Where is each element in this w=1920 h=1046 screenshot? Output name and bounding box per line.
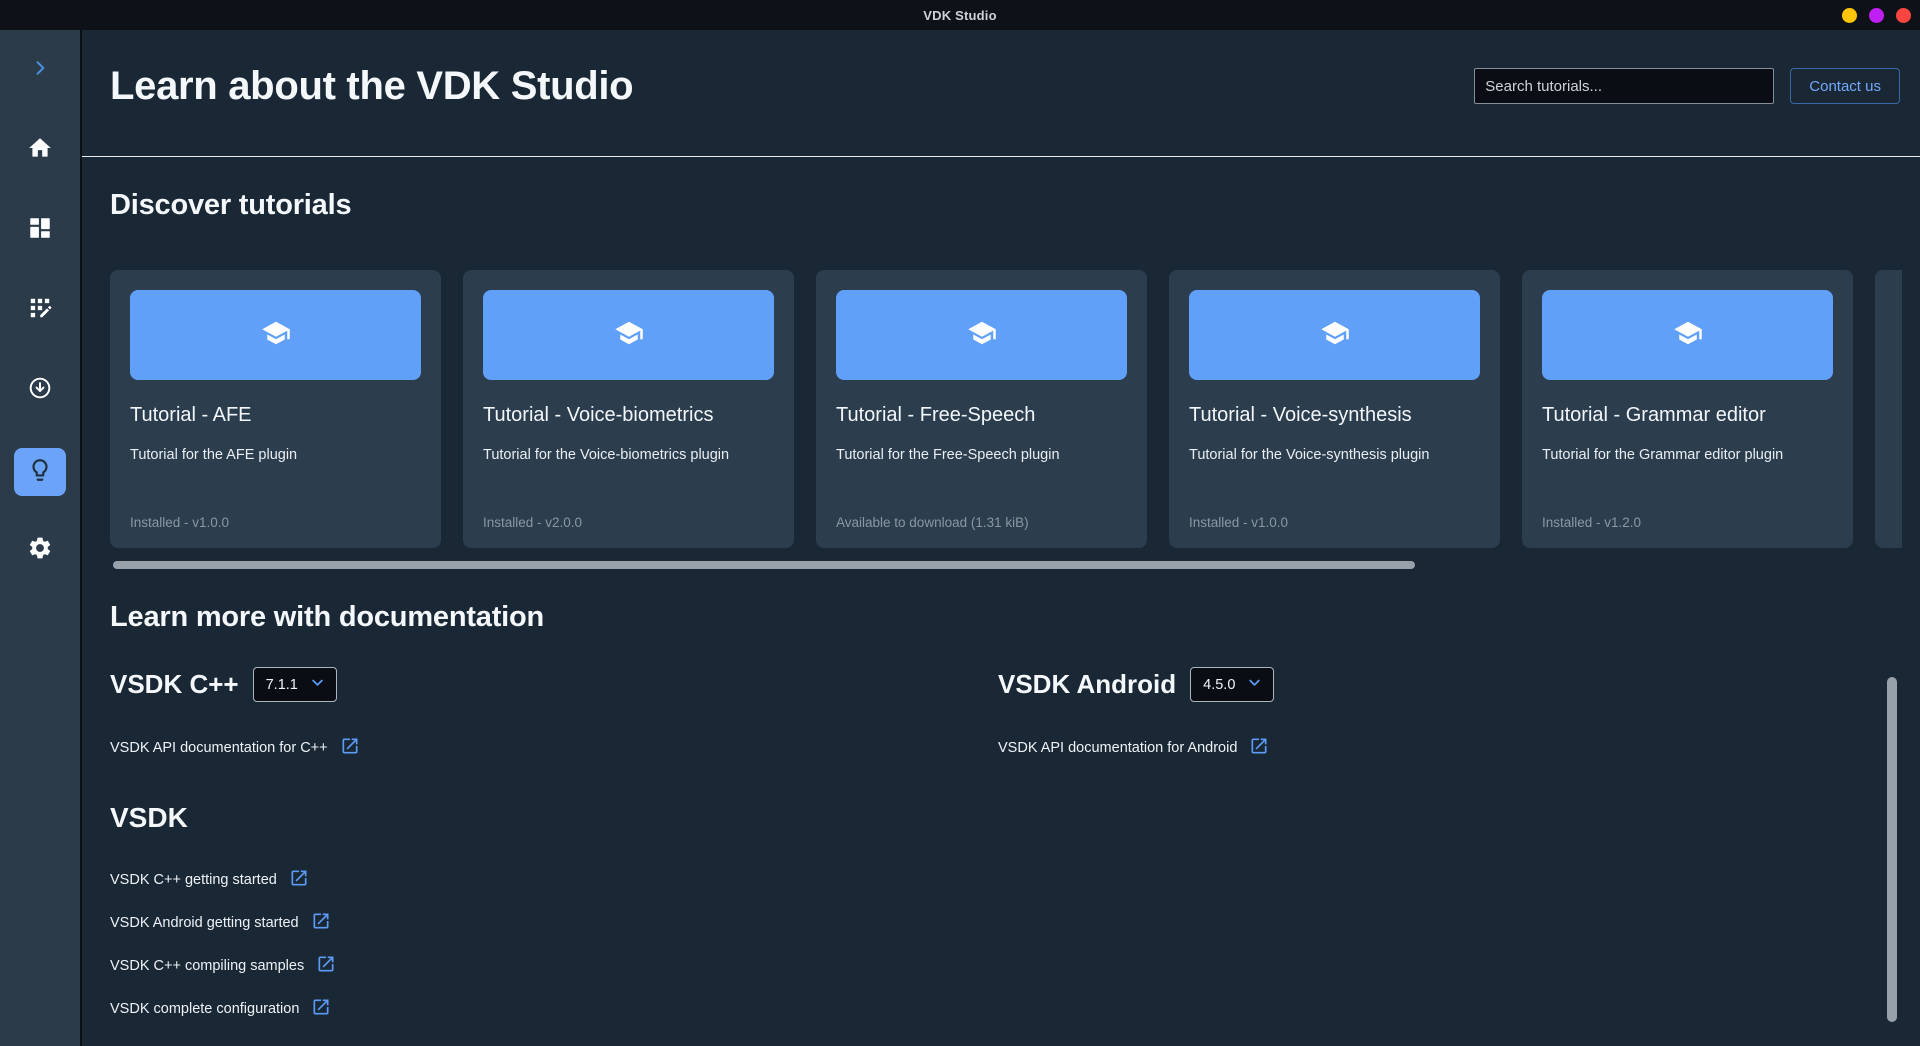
page-title: Learn about the VDK Studio: [110, 62, 1474, 110]
sidebar-item-dashboard[interactable]: [0, 208, 80, 252]
external-link-icon: [277, 868, 309, 892]
card-banner: [1189, 290, 1480, 380]
titlebar: VDK Studio: [0, 0, 1920, 30]
doc-section-title: VSDK Android: [998, 669, 1176, 700]
card-banner: [1542, 290, 1833, 380]
doc-section-cpp: VSDK C++ 7.1.1 VSDK API documentation fo…: [110, 667, 998, 760]
graduation-cap-icon: [261, 318, 291, 353]
vertical-scrollbar[interactable]: [1887, 677, 1897, 1022]
dashboard-icon: [27, 215, 53, 246]
chevron-down-icon: [298, 673, 327, 696]
graduation-cap-icon: [1673, 318, 1703, 353]
doc-link-label: VSDK C++ getting started: [110, 872, 277, 888]
card-status: Installed - v1.0.0: [1189, 515, 1480, 530]
sidebar-item-tutorials[interactable]: [14, 448, 66, 496]
doc-link-label: VSDK complete configuration: [110, 1001, 299, 1017]
download-icon: [27, 375, 53, 406]
sidebar-item-home[interactable]: [0, 128, 80, 172]
horizontal-scrollbar[interactable]: [113, 561, 1415, 569]
vsdk-links: VSDK C++ getting started VSDK Android ge…: [110, 870, 1920, 1019]
doc-link-label: VSDK API documentation for C++: [110, 740, 328, 756]
doc-link-vsdk-cpp-getting-started[interactable]: VSDK C++ getting started: [110, 868, 309, 892]
card-title: Tutorial - Grammar editor: [1542, 404, 1833, 427]
card-status: Available to download (1.31 kiB): [836, 515, 1127, 530]
chevron-right-icon: [30, 58, 50, 83]
card-status: Installed - v1.2.0: [1542, 515, 1833, 530]
contact-us-button[interactable]: Contact us: [1790, 68, 1900, 104]
tutorial-card[interactable]: Tutorial - Grammar editor Tutorial for t…: [1522, 270, 1853, 548]
chevron-down-icon: [1235, 673, 1264, 696]
card-status: Installed - v1.0.0: [130, 515, 421, 530]
tutorial-card[interactable]: Tutorial - AFE Tutorial for the AFE plug…: [110, 270, 441, 548]
doc-link-vsdk-cpp-compiling-samples[interactable]: VSDK C++ compiling samples: [110, 954, 336, 978]
sidebar: [0, 30, 82, 1046]
external-link-icon: [304, 954, 336, 978]
window-title: VDK Studio: [923, 8, 997, 23]
gear-icon: [27, 535, 53, 566]
doc-link-vsdk-complete-configuration[interactable]: VSDK complete configuration: [110, 997, 331, 1021]
version-select-android[interactable]: 4.5.0: [1190, 667, 1274, 702]
tutorial-card[interactable]: Tutorial - Voice-biometrics Tutorial for…: [463, 270, 794, 548]
vsdk-heading: VSDK: [110, 802, 1920, 834]
graduation-cap-icon: [967, 318, 997, 353]
card-banner: [130, 290, 421, 380]
card-banner: [483, 290, 774, 380]
documentation-grid: VSDK C++ 7.1.1 VSDK API documentation fo…: [110, 667, 1920, 760]
window-control-yellow-dot[interactable]: [1842, 8, 1857, 23]
doc-section-android: VSDK Android 4.5.0 VSDK API documentatio…: [998, 667, 1920, 760]
page-header: Learn about the VDK Studio Contact us: [110, 30, 1920, 110]
window-control-red-dot[interactable]: [1896, 8, 1911, 23]
card-title: Tutorial - AFE: [130, 404, 421, 427]
window-controls: [1842, 0, 1911, 30]
tutorial-card-partial[interactable]: [1875, 270, 1902, 548]
doc-link-label: VSDK Android getting started: [110, 915, 299, 931]
tutorial-card[interactable]: Tutorial - Free-Speech Tutorial for the …: [816, 270, 1147, 548]
doc-link-vsdk-android-getting-started[interactable]: VSDK Android getting started: [110, 911, 331, 935]
app-registration-icon: [27, 295, 53, 326]
external-link-icon: [299, 997, 331, 1021]
version-select-cpp[interactable]: 7.1.1: [253, 667, 337, 702]
external-link-icon: [1237, 736, 1269, 760]
search-input[interactable]: [1474, 68, 1774, 104]
card-subtitle: Tutorial for the AFE plugin: [130, 447, 421, 463]
card-title: Tutorial - Voice-biometrics: [483, 404, 774, 427]
graduation-cap-icon: [1320, 318, 1350, 353]
header-divider: [82, 156, 1920, 157]
doc-link-label: VSDK API documentation for Android: [998, 740, 1237, 756]
card-title: Tutorial - Free-Speech: [836, 404, 1127, 427]
card-subtitle: Tutorial for the Voice-synthesis plugin: [1189, 447, 1480, 463]
sidebar-expand-button[interactable]: [0, 48, 80, 92]
main-content: Learn about the VDK Studio Contact us Di…: [82, 30, 1920, 1019]
version-value: 4.5.0: [1203, 677, 1235, 693]
sidebar-item-projects[interactable]: [0, 288, 80, 332]
external-link-icon: [328, 736, 360, 760]
tutorial-card[interactable]: Tutorial - Voice-synthesis Tutorial for …: [1169, 270, 1500, 548]
card-banner: [836, 290, 1127, 380]
lightbulb-icon: [27, 457, 53, 488]
sidebar-item-downloads[interactable]: [0, 368, 80, 412]
documentation-heading: Learn more with documentation: [110, 601, 1920, 634]
card-title: Tutorial - Voice-synthesis: [1189, 404, 1480, 427]
card-status: Installed - v2.0.0: [483, 515, 774, 530]
window-control-magenta-dot[interactable]: [1869, 8, 1884, 23]
card-subtitle: Tutorial for the Free-Speech plugin: [836, 447, 1127, 463]
card-subtitle: Tutorial for the Voice-biometrics plugin: [483, 447, 774, 463]
doc-link-api-android[interactable]: VSDK API documentation for Android: [998, 736, 1269, 760]
doc-link-api-cpp[interactable]: VSDK API documentation for C++: [110, 736, 360, 760]
tutorial-cards-row: Tutorial - AFE Tutorial for the AFE plug…: [110, 270, 1902, 548]
discover-tutorials-heading: Discover tutorials: [110, 189, 1920, 222]
version-value: 7.1.1: [266, 677, 298, 693]
graduation-cap-icon: [614, 318, 644, 353]
doc-section-title: VSDK C++: [110, 669, 239, 700]
doc-link-label: VSDK C++ compiling samples: [110, 958, 304, 974]
card-subtitle: Tutorial for the Grammar editor plugin: [1542, 447, 1833, 463]
home-icon: [27, 135, 53, 166]
sidebar-item-settings[interactable]: [0, 528, 80, 572]
external-link-icon: [299, 911, 331, 935]
